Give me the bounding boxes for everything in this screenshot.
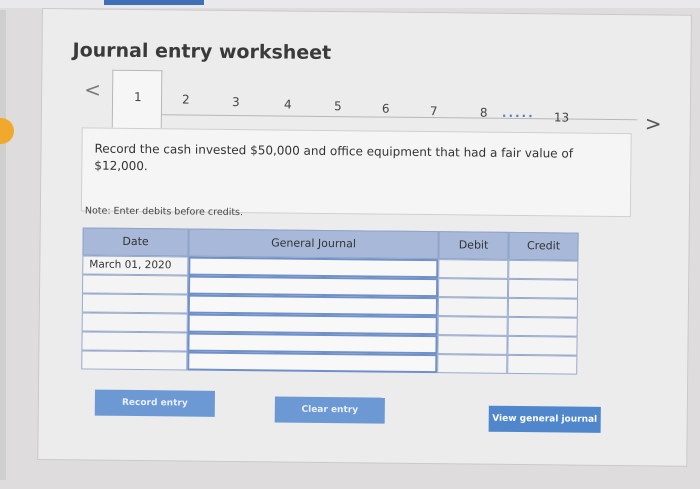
credit-input[interactable] [507,316,578,337]
tab-ellipsis[interactable]: ..... [502,106,535,120]
journal-table: Date General Journal Debit Credit March … [81,227,579,375]
note-text: Note: Enter debits before credits. [84,205,244,219]
date-cell[interactable] [81,331,188,352]
header-date: Date [82,227,189,257]
date-cell[interactable]: March 01, 2020 [82,255,189,276]
worksheet-panel: Journal entry worksheet < > 1 2 3 4 5 6 … [37,8,692,467]
view-general-journal-button[interactable]: View general journal [488,405,601,433]
tab-4[interactable]: 4 [284,98,292,112]
clear-entry-button[interactable]: Clear entry [274,396,385,424]
account-input[interactable] [188,275,439,298]
debit-input[interactable] [437,335,508,355]
question-box: Record the cash invested $50,000 and off… [80,127,632,218]
tab-13[interactable]: 13 [554,110,569,124]
date-cell[interactable] [81,293,189,314]
header-general-journal: General Journal [188,228,439,260]
tab-7[interactable]: 7 [430,104,438,118]
header-credit: Credit [508,231,579,261]
header-debit: Debit [438,231,509,260]
left-edge [0,10,6,480]
account-input[interactable] [188,256,439,279]
account-input[interactable] [187,294,438,317]
record-entry-button[interactable]: Record entry [94,389,216,417]
date-cell[interactable] [81,312,188,333]
tab-8[interactable]: 8 [480,106,488,120]
next-arrow-icon[interactable]: > [645,111,662,135]
credit-input[interactable] [507,354,578,375]
debit-input[interactable] [437,316,508,336]
side-tab-icon[interactable] [0,118,14,144]
top-accent-bar [104,0,204,5]
prev-arrow-icon[interactable]: < [84,77,101,101]
credit-input[interactable] [508,259,579,280]
debit-input[interactable] [437,354,508,374]
tab-6[interactable]: 6 [382,102,390,116]
credit-input[interactable] [507,297,578,318]
tab-3[interactable]: 3 [232,95,240,109]
account-input[interactable] [187,313,438,336]
account-input[interactable] [187,351,438,374]
debit-input[interactable] [438,259,509,279]
page-title: Journal entry worksheet [72,39,332,65]
tab-5[interactable]: 5 [334,99,342,113]
tab-2[interactable]: 2 [182,92,190,106]
credit-input[interactable] [507,278,579,299]
date-cell[interactable] [82,274,189,295]
debit-input[interactable] [437,297,508,317]
account-input[interactable] [187,332,438,355]
date-cell[interactable] [81,350,188,371]
debit-input[interactable] [437,278,509,298]
credit-input[interactable] [507,335,578,356]
tab-1[interactable]: 1 [134,90,142,104]
question-text: Record the cash invested $50,000 and off… [94,141,574,174]
